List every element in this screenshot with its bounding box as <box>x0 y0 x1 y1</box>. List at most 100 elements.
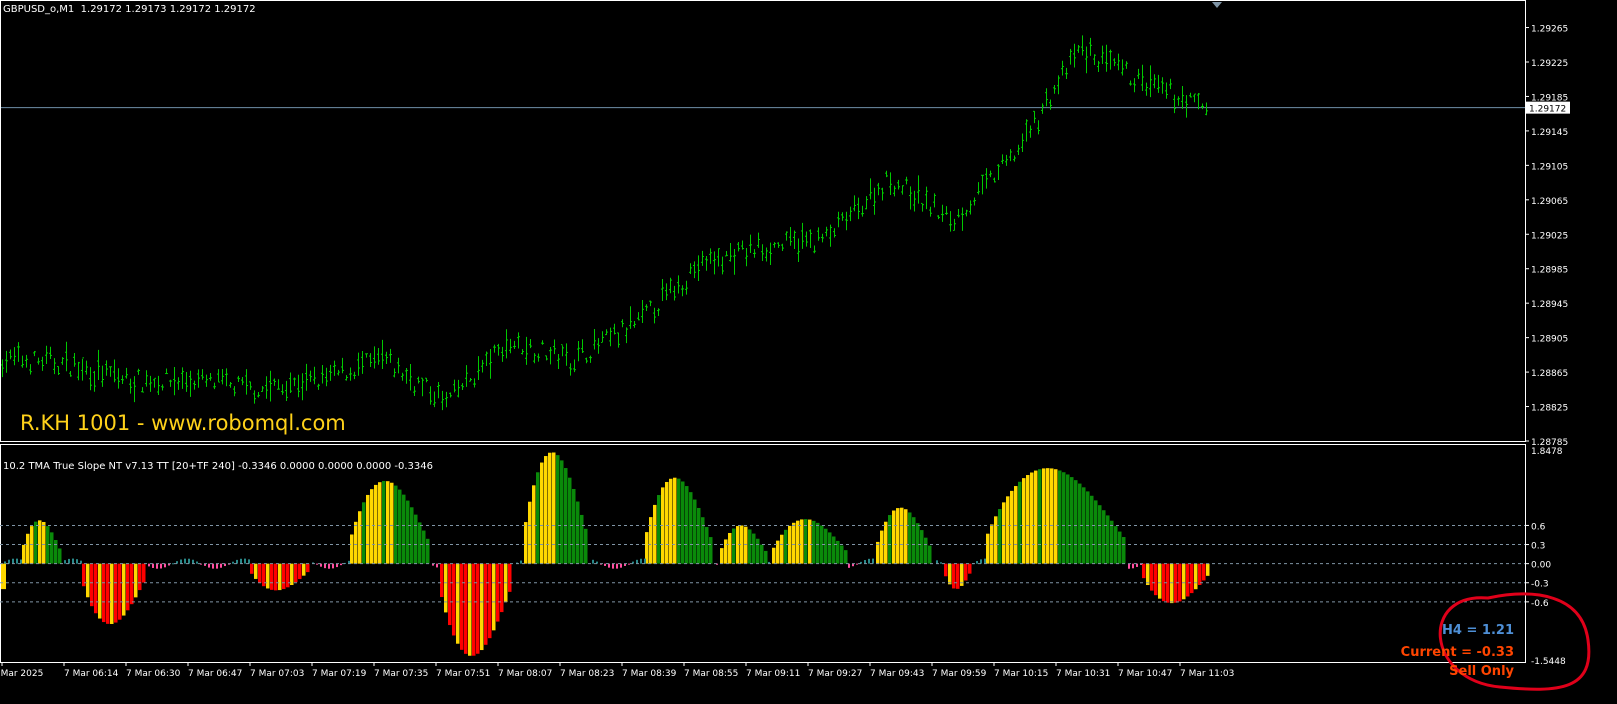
price-candle <box>1133 78 1136 93</box>
price-candle <box>533 353 536 364</box>
price-candle <box>457 379 460 398</box>
indicator-bar <box>366 494 370 564</box>
price-candle <box>389 348 392 363</box>
price-candle <box>209 373 212 381</box>
price-candle <box>365 353 368 358</box>
indicator-bar <box>576 501 580 564</box>
price-candle <box>157 375 160 395</box>
price-candle <box>1157 74 1160 93</box>
price-candle <box>693 261 696 279</box>
price-candle <box>869 178 872 200</box>
price-candle <box>113 359 116 383</box>
indicator-bar <box>302 563 306 576</box>
price-tick-label: 1.28905 <box>1531 335 1568 345</box>
indicator-bar <box>324 563 326 569</box>
indicator-bar <box>1006 496 1010 564</box>
indicator-bar <box>1154 563 1158 596</box>
time-tick-label: 7 Mar 07:51 <box>436 669 490 679</box>
price-candle <box>101 365 104 387</box>
indicator-bar <box>448 563 452 626</box>
price-candle <box>269 370 272 402</box>
indicator-bar <box>188 558 190 564</box>
indicator-bar <box>414 514 418 564</box>
indicator-bar <box>126 563 130 611</box>
indicator-bar <box>142 563 146 583</box>
price-candle <box>481 359 484 373</box>
indicator-bar <box>1086 491 1090 564</box>
price-candle <box>37 357 40 365</box>
indicator-bar <box>532 485 536 564</box>
price-candle <box>757 232 760 248</box>
price-candle <box>197 369 200 388</box>
indicator-bar <box>402 494 406 564</box>
price-tick-label: 1.29025 <box>1531 231 1568 241</box>
indicator-bar <box>900 507 904 564</box>
price-candle <box>5 350 8 373</box>
price-tick-label: 1.28865 <box>1531 369 1568 379</box>
price-candle <box>221 368 224 385</box>
indicator-bar <box>398 489 402 564</box>
price-candle <box>105 360 108 376</box>
price-candle <box>505 329 508 359</box>
time-tick-label: 7 Mar 07:03 <box>250 669 304 679</box>
indicator-bar <box>192 559 194 564</box>
indicator-bar <box>1190 563 1194 594</box>
price-candle <box>641 300 644 323</box>
indicator-bar <box>752 533 756 564</box>
price-candle <box>853 195 856 212</box>
price-candle <box>1205 102 1208 116</box>
price-candle <box>801 222 804 249</box>
price-candle <box>733 248 736 275</box>
indicator-bar <box>134 563 138 598</box>
price-candle <box>345 375 348 381</box>
indicator-bar <box>669 478 673 564</box>
price-candle <box>553 339 556 355</box>
indicator-axis-bottom: -1.5448 <box>1531 657 1566 667</box>
indicator-bar <box>968 563 972 574</box>
indicator-bar <box>358 511 362 564</box>
price-candle <box>629 306 632 329</box>
price-candle <box>805 231 808 247</box>
indicator-bar <box>180 559 182 564</box>
time-tick-label: 7 Mar 09:11 <box>746 669 800 679</box>
price-candle <box>701 250 704 266</box>
price-candle <box>1141 64 1144 92</box>
price-candle <box>597 338 600 354</box>
indicator-bar <box>880 530 884 564</box>
indicator-bar <box>844 550 848 564</box>
indicator-bar <box>1198 563 1202 585</box>
shift-marker-icon[interactable] <box>1212 2 1222 8</box>
indicator-bar <box>796 520 800 564</box>
indicator-bar <box>212 563 214 569</box>
indicator-bar <box>912 517 916 564</box>
indicator-bar <box>410 507 414 564</box>
price-candle <box>33 350 36 357</box>
price-candle <box>9 349 12 360</box>
indicator-bar <box>406 500 410 564</box>
indicator-bar <box>1146 563 1150 586</box>
price-candle <box>797 238 800 263</box>
price-candle <box>201 369 204 380</box>
price-candle <box>369 353 372 367</box>
price-tick-label: 1.28945 <box>1531 300 1568 310</box>
indicator-bar <box>1186 563 1190 597</box>
price-candle <box>285 380 288 401</box>
indicator-bar <box>1058 470 1062 564</box>
price-candle <box>769 242 772 265</box>
price-candle <box>333 360 336 376</box>
indicator-bar <box>106 563 110 624</box>
price-candle <box>729 242 732 262</box>
price-candle <box>1109 49 1112 70</box>
indicator-bar <box>924 537 928 564</box>
indicator-bar <box>72 558 74 564</box>
indicator-bar <box>724 539 728 564</box>
price-candle <box>213 382 216 390</box>
current-value: Current = -0.33 <box>1400 645 1514 660</box>
price-candle <box>273 378 276 386</box>
price-candle <box>229 381 232 388</box>
trading-chart[interactable]: 1.292651.292251.291851.291451.291051.290… <box>0 0 1617 704</box>
price-candle <box>185 371 188 392</box>
price-candle <box>793 230 796 250</box>
price-candle <box>109 366 112 377</box>
indicator-bar <box>1018 481 1022 564</box>
